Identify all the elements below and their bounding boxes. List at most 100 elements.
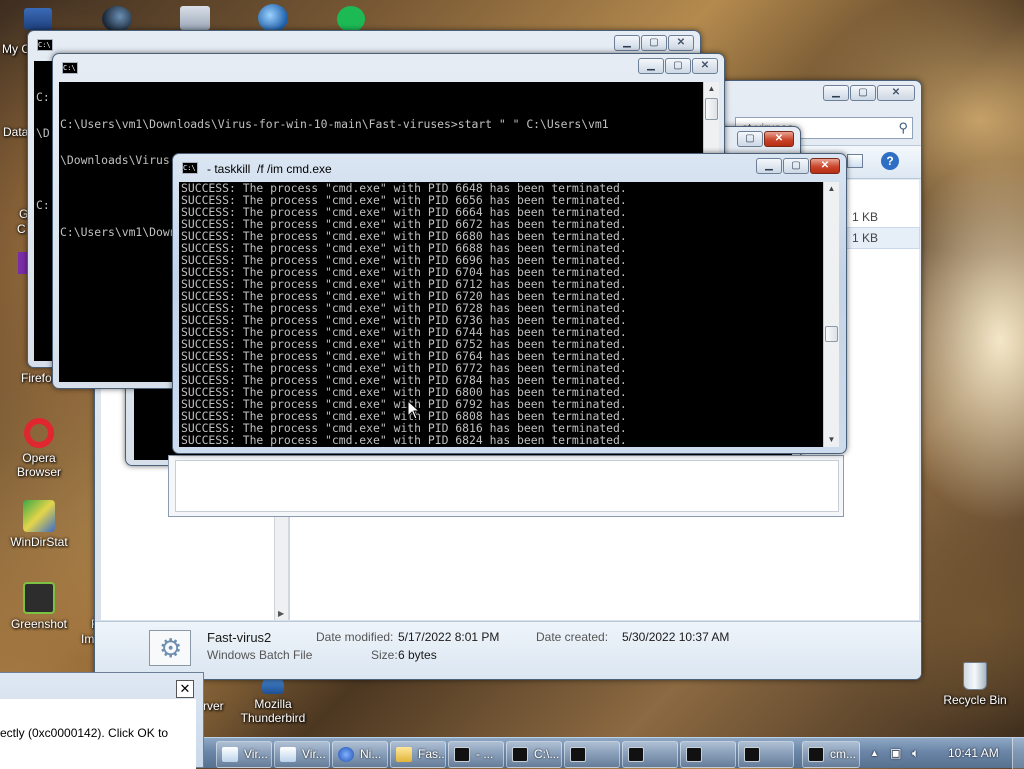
date-modified-label: Date modified: (316, 630, 394, 644)
desktop-icon-thunderbird[interactable]: Mozilla Thunderbird (232, 676, 314, 725)
taskbar-label: Fas... (418, 747, 446, 761)
details-file-name: Fast-virus2 (207, 630, 272, 645)
cmd-icon (808, 747, 824, 762)
date-created-value: 5/30/2022 10:37 AM (622, 630, 730, 644)
taskkill-scrollbar[interactable]: ▲ ▼ (823, 182, 839, 447)
cmd-icon (454, 747, 470, 762)
close-button[interactable]: ✕ (877, 85, 915, 101)
desktop-icon-label: WinDirStat (10, 535, 68, 549)
globe-icon[interactable] (258, 4, 288, 32)
taskbar-button-cmd-5[interactable]: cm... (802, 741, 860, 768)
scroll-thumb[interactable] (825, 326, 838, 342)
taskkill-window[interactable]: C:\ - taskkill /f /im cmd.exe ▁ ▢ ✕ SUCC… (172, 153, 847, 454)
opera-icon (24, 418, 54, 448)
batch-file-icon: ⚙ (149, 630, 191, 666)
volume-icon[interactable]: 🔈︎ (912, 738, 919, 769)
cmd-icon: C:\ (37, 39, 53, 51)
show-desktop-button[interactable] (1012, 738, 1024, 769)
close-icon: ✕ (179, 681, 191, 696)
size-label: Size: (371, 648, 398, 662)
maximize-button[interactable]: ▢ (783, 158, 809, 174)
taskbar: Vir... Vir... Ni... Fas... - ... C:\... … (204, 737, 1024, 769)
maximize-button[interactable]: ▢ (665, 58, 691, 74)
close-button[interactable]: ✕ (668, 35, 694, 51)
taskbar-button-cmd-2[interactable] (622, 741, 678, 768)
taskbar-button-notepad-2[interactable]: Vir... (274, 741, 330, 768)
desktop-icon-label: Recycle Bin (943, 693, 1007, 707)
taskbar-label: - ... (476, 747, 494, 761)
taskbar-label: Ni... (360, 747, 382, 761)
minimize-button[interactable]: ▁ (638, 58, 664, 74)
error-message: ectly (0xc0000142). Click OK to (0, 726, 169, 740)
minimize-button[interactable]: ▁ (614, 35, 640, 51)
details-file-type: Windows Batch File (207, 648, 313, 662)
show-hidden-icon[interactable]: ▲ (870, 738, 879, 769)
top-icon-3[interactable] (180, 6, 210, 30)
desktop-icon-recycle-bin[interactable]: Recycle Bin (934, 662, 1016, 707)
search-icon[interactable]: ⚲ (898, 120, 908, 136)
cmd-icon: C:\ (182, 162, 198, 174)
desktop-icon-opera[interactable]: Opera Browser (0, 418, 80, 479)
scroll-down-arrow[interactable]: ▼ (824, 433, 839, 447)
scroll-up-arrow[interactable]: ▲ (824, 182, 839, 196)
taskbar-button-browser[interactable]: Ni... (332, 741, 388, 768)
size-cell: 1 KB (852, 210, 879, 224)
network-icon[interactable]: ▣ (890, 738, 901, 769)
close-button[interactable]: ✕ (692, 58, 718, 74)
cmd-back-controls: ▁ ▢ ✕ (613, 35, 694, 51)
maximize-button[interactable]: ▢ (737, 131, 763, 147)
view-options-icon[interactable] (847, 154, 863, 168)
details-pane: ⚙ Fast-virus2 Windows Batch File Date mo… (95, 621, 921, 679)
error-dialog[interactable]: ✕ ectly (0xc0000142). Click OK to (0, 672, 204, 769)
clock[interactable]: 10:41 AM (948, 738, 999, 769)
desktop-label-data: Data (3, 125, 29, 139)
mouse-cursor-icon (407, 400, 421, 420)
taskkill-console: SUCCESS: The process "cmd.exe" with PID … (179, 182, 823, 447)
desktop-icon-label: Opera Browser (16, 451, 61, 479)
greenshot-icon (23, 582, 55, 614)
size-value: 6 bytes (398, 648, 437, 662)
help-icon[interactable]: ? (881, 152, 899, 170)
minimize-button[interactable]: ▁ (823, 85, 849, 101)
spotify-icon[interactable] (337, 6, 365, 32)
date-created-label: Date created: (536, 630, 609, 644)
taskbar-button-cmd-path[interactable]: C:\... (506, 741, 562, 768)
desktop-icon-greenshot[interactable]: Greenshot (0, 582, 80, 631)
scroll-down-arrow[interactable]: ▶ (278, 609, 284, 618)
close-button[interactable]: ✕ (810, 158, 840, 174)
taskbar-button-taskkill[interactable]: - ... (448, 741, 504, 768)
cmd-icon (744, 747, 760, 762)
taskbar-label: Vir... (244, 747, 268, 761)
notepad-icon (280, 747, 296, 762)
top-icon-1[interactable] (24, 8, 52, 30)
taskbar-label: C:\... (534, 747, 560, 761)
taskbar-button-cmd-4[interactable] (738, 741, 794, 768)
window-title: - taskkill /f /im cmd.exe (207, 162, 332, 176)
taskbar-button-folder[interactable]: Fas... (390, 741, 446, 768)
taskbar-label: Vir... (302, 747, 326, 761)
minimize-button[interactable]: ▁ (756, 158, 782, 174)
taskbar-button-cmd-1[interactable] (564, 741, 620, 768)
desktop-label-server: rver (203, 699, 224, 713)
background-window-controls: ▢ ✕ (736, 131, 794, 147)
taskbar-button-cmd-3[interactable] (680, 741, 736, 768)
maximize-button[interactable]: ▢ (850, 85, 876, 101)
scroll-up-arrow[interactable]: ▲ (704, 82, 719, 96)
desktop-icon-label: Mozilla Thunderbird (240, 697, 306, 725)
gear-icon: ⚙ (159, 633, 183, 663)
dialog-close-button[interactable]: ✕ (176, 680, 194, 698)
steam-icon[interactable] (102, 6, 132, 32)
blank-pane (168, 455, 844, 517)
recycle-bin-icon (963, 662, 987, 690)
cmd-icon: C:\ (62, 62, 78, 74)
taskbar-button-notepad-1[interactable]: Vir... (216, 741, 272, 768)
desktop-icon-label: Greenshot (10, 617, 68, 631)
scroll-thumb[interactable] (705, 98, 718, 120)
close-button[interactable]: ✕ (764, 131, 794, 147)
blank-pane-inner (175, 460, 839, 512)
desktop-icon-windirstat[interactable]: WinDirStat (0, 500, 80, 549)
date-modified-value: 5/17/2022 8:01 PM (398, 630, 500, 644)
desktop-label-my-computer: My C (2, 42, 30, 56)
console-line: SUCCESS: The process "cmd.exe" with PID … (181, 433, 627, 447)
maximize-button[interactable]: ▢ (641, 35, 667, 51)
